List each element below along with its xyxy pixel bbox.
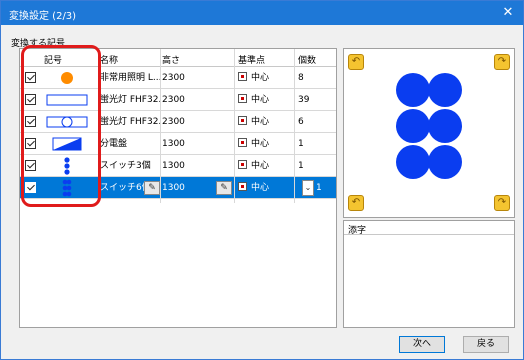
row-height[interactable]: 2300 xyxy=(162,67,212,89)
preview-dot xyxy=(396,109,430,143)
base-point-label: 中心 xyxy=(251,73,270,83)
base-point-marker-icon xyxy=(238,116,247,125)
column-divider xyxy=(294,49,295,203)
row-name: 非常用照明 L... xyxy=(100,73,160,83)
base-point-marker-icon xyxy=(238,94,247,103)
rotate-left-icon[interactable]: ↶ xyxy=(348,54,364,70)
rotate-right-icon[interactable]: ↷ xyxy=(494,54,510,70)
rotate-down-left-icon[interactable]: ↶ xyxy=(348,195,364,211)
preview-dot xyxy=(428,145,462,179)
preview-dot xyxy=(428,109,462,143)
base-point-label: 中心 xyxy=(251,139,270,149)
preview-dot xyxy=(428,73,462,107)
next-button[interactable]: 次へ xyxy=(399,336,445,353)
suffix-header-label: 添字 xyxy=(348,226,367,236)
row-height[interactable]: 2300 xyxy=(162,111,212,133)
row-name: 分電盤 xyxy=(100,139,128,149)
row-name: スイッチ6個 xyxy=(100,183,144,193)
row-name: スイッチ3個 xyxy=(100,161,151,171)
base-point-label: 中心 xyxy=(251,183,270,193)
column-header-base-point[interactable]: 基準点 xyxy=(238,53,265,66)
row-base-point[interactable]: 中心 xyxy=(238,177,294,199)
row-count: 1 xyxy=(298,139,304,149)
column-header-count[interactable]: 個数 xyxy=(298,53,316,66)
base-point-marker-icon xyxy=(238,138,247,147)
row-height[interactable]: 2300 xyxy=(162,89,212,111)
rotate-up-right-icon[interactable]: ↷ xyxy=(494,195,510,211)
row-base-point[interactable]: 中心 xyxy=(238,89,294,111)
edit-brush-icon[interactable]: ✎ xyxy=(144,181,160,195)
column-header-name[interactable]: 名称 xyxy=(100,53,118,66)
symbol-preview-panel: ↶ ↷ ↶ ↷ xyxy=(343,48,515,218)
row-height[interactable]: 1300 xyxy=(162,177,212,199)
row-count: 1 xyxy=(298,161,304,171)
row-count: 8 xyxy=(298,73,304,83)
row-height[interactable]: 1300 xyxy=(162,133,212,155)
preview-dot xyxy=(396,73,430,107)
row-base-point[interactable]: 中心 xyxy=(238,133,294,155)
dialog-window: 変換設定 (2/3) ✕ 変換する記号 記号 名称 高さ 基準点 個数 非常用照… xyxy=(0,0,524,360)
highlight-annotation xyxy=(21,45,101,207)
row-base-point[interactable]: 中心 xyxy=(238,111,294,133)
preview-dot xyxy=(396,145,430,179)
suffix-header: 添字 xyxy=(344,221,514,236)
close-icon[interactable]: ✕ xyxy=(499,4,517,22)
base-point-marker-icon xyxy=(238,160,247,169)
back-button[interactable]: 戻る xyxy=(463,336,509,353)
column-divider xyxy=(234,49,235,203)
row-height[interactable]: 1300 xyxy=(162,155,212,177)
row-count: 6 xyxy=(298,117,304,127)
base-point-label: 中心 xyxy=(251,117,270,127)
row-base-point[interactable]: 中心 xyxy=(238,67,294,89)
column-divider xyxy=(160,49,161,203)
suffix-panel[interactable]: 添字 xyxy=(343,220,515,328)
base-point-marker-icon xyxy=(238,72,247,81)
row-count: 1 xyxy=(316,183,322,193)
edit-brush-icon[interactable]: ✎ xyxy=(216,181,232,195)
row-count: 39 xyxy=(298,95,310,105)
row-name: 蛍光灯 FHF32... xyxy=(100,117,160,127)
base-point-label: 中心 xyxy=(251,161,270,171)
row-name: 蛍光灯 FHF32... xyxy=(100,95,160,105)
dialog-title: 変換設定 (2/3) xyxy=(9,11,77,22)
row-base-point[interactable]: 中心 xyxy=(238,155,294,177)
base-point-marker-icon xyxy=(238,182,247,191)
title-bar: 変換設定 (2/3) ✕ xyxy=(1,1,523,25)
base-point-dropdown-icon[interactable]: ⌄ xyxy=(302,180,314,196)
base-point-label: 中心 xyxy=(251,95,270,105)
column-header-height[interactable]: 高さ xyxy=(162,53,180,66)
